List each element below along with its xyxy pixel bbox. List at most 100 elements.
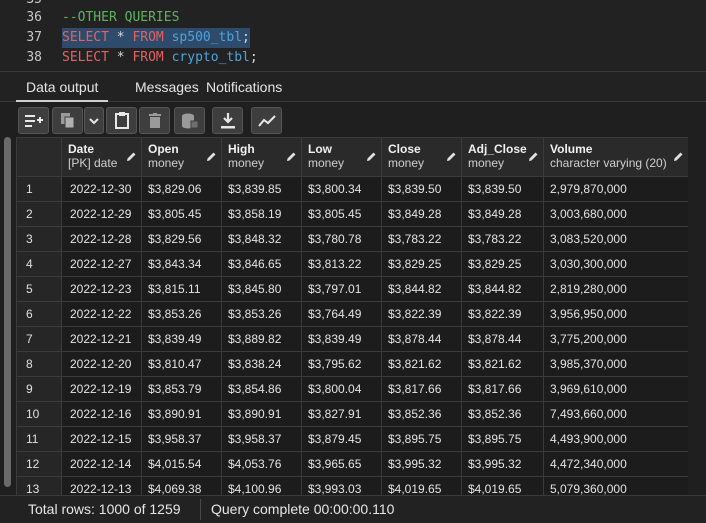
table-cell[interactable]: $3,839.85 xyxy=(221,176,302,202)
table-cell[interactable]: $3,822.39 xyxy=(461,301,544,327)
table-cell[interactable]: $3,764.49 xyxy=(301,301,382,327)
row-number[interactable]: 7 xyxy=(16,326,62,352)
column-header-close[interactable]: Close money xyxy=(381,137,462,177)
add-row-button[interactable] xyxy=(18,107,49,134)
row-number[interactable]: 3 xyxy=(16,226,62,252)
table-cell[interactable]: $3,783.22 xyxy=(461,226,544,252)
table-cell[interactable]: 2022-12-22 xyxy=(61,301,142,327)
table-cell[interactable]: $3,829.25 xyxy=(461,251,544,277)
row-number[interactable]: 13 xyxy=(16,476,62,495)
table-cell[interactable]: $3,815.11 xyxy=(141,276,222,302)
table-cell[interactable]: $3,805.45 xyxy=(141,201,222,227)
table-cell[interactable]: $3,993.03 xyxy=(301,476,382,495)
table-cell[interactable]: $3,817.66 xyxy=(461,376,544,402)
table-cell[interactable]: $3,879.45 xyxy=(301,426,382,452)
table-cell[interactable]: $3,800.04 xyxy=(301,376,382,402)
table-cell[interactable]: $4,069.38 xyxy=(141,476,222,495)
download-button[interactable] xyxy=(212,107,243,134)
table-cell[interactable]: 2022-12-23 xyxy=(61,276,142,302)
table-cell[interactable]: $3,805.45 xyxy=(301,201,382,227)
table-cell[interactable]: $3,780.78 xyxy=(301,226,382,252)
table-cell[interactable]: 2022-12-21 xyxy=(61,326,142,352)
table-cell[interactable]: $3,845.80 xyxy=(221,276,302,302)
table-row[interactable]: 9 2022-12-19 $3,853.79 $3,854.86 $3,800.04 $3… xyxy=(16,376,688,402)
table-cell[interactable]: $3,839.49 xyxy=(141,326,222,352)
table-cell[interactable]: 3,775,200,000 xyxy=(543,326,688,352)
table-row[interactable]: 6 2022-12-22 $3,853.26 $3,853.26 $3,764.49 $3… xyxy=(16,301,688,327)
table-cell[interactable]: 3,956,950,000 xyxy=(543,301,688,327)
table-cell[interactable]: $3,810.47 xyxy=(141,351,222,377)
table-cell[interactable]: 7,493,660,000 xyxy=(543,401,688,427)
table-cell[interactable]: $3,846.65 xyxy=(221,251,302,277)
table-cell[interactable]: $3,829.25 xyxy=(381,251,462,277)
table-cell[interactable]: $4,053.76 xyxy=(221,451,302,477)
table-row[interactable]: 4 2022-12-27 $3,843.34 $3,846.65 $3,813.22 $3… xyxy=(16,251,688,277)
row-number[interactable]: 2 xyxy=(16,201,62,227)
table-cell[interactable]: 2022-12-16 xyxy=(61,401,142,427)
table-cell[interactable]: $3,853.26 xyxy=(221,301,302,327)
table-row[interactable]: 12 2022-12-14 $4,015.54 $4,053.76 $3,965.65 $… xyxy=(16,451,688,477)
table-cell[interactable]: $3,795.62 xyxy=(301,351,382,377)
column-header-high[interactable]: High money xyxy=(221,137,302,177)
table-cell[interactable]: $3,853.79 xyxy=(141,376,222,402)
row-number[interactable]: 8 xyxy=(16,351,62,377)
row-number[interactable]: 5 xyxy=(16,276,62,302)
table-cell[interactable]: $3,958.37 xyxy=(141,426,222,452)
table-row[interactable]: 5 2022-12-23 $3,815.11 $3,845.80 $3,797.01 $3… xyxy=(16,276,688,302)
column-header-volume[interactable]: Volume character varying (20) xyxy=(543,137,688,177)
column-header-date[interactable]: Date [PK] date xyxy=(61,137,142,177)
table-cell[interactable]: $3,878.44 xyxy=(461,326,544,352)
table-cell[interactable]: 3,985,370,000 xyxy=(543,351,688,377)
tab-notifications[interactable]: Notifications xyxy=(196,72,292,102)
row-number[interactable]: 10 xyxy=(16,401,62,427)
table-cell[interactable]: 2022-12-30 xyxy=(61,176,142,202)
paste-button[interactable] xyxy=(106,107,137,134)
column-header-adj-close[interactable]: Adj_Close money xyxy=(461,137,544,177)
table-cell[interactable]: $4,100.96 xyxy=(221,476,302,495)
row-number[interactable]: 1 xyxy=(16,176,62,202)
table-row[interactable]: 8 2022-12-20 $3,810.47 $3,838.24 $3,795.62 $3… xyxy=(16,351,688,377)
table-row[interactable]: 10 2022-12-16 $3,890.91 $3,890.91 $3,827.91 $… xyxy=(16,401,688,427)
table-cell[interactable]: $3,858.19 xyxy=(221,201,302,227)
table-cell[interactable]: $3,958.37 xyxy=(221,426,302,452)
table-cell[interactable]: $3,849.28 xyxy=(461,201,544,227)
table-cell[interactable]: $3,821.62 xyxy=(381,351,462,377)
table-cell[interactable]: $3,829.06 xyxy=(141,176,222,202)
copy-options-button[interactable] xyxy=(84,107,104,134)
row-number[interactable]: 9 xyxy=(16,376,62,402)
table-cell[interactable]: 2022-12-20 xyxy=(61,351,142,377)
table-cell[interactable]: 2022-12-19 xyxy=(61,376,142,402)
table-cell[interactable]: $3,797.01 xyxy=(301,276,382,302)
table-cell[interactable]: 2022-12-15 xyxy=(61,426,142,452)
copy-button[interactable] xyxy=(52,107,83,134)
table-cell[interactable]: 3,030,300,000 xyxy=(543,251,688,277)
table-row[interactable]: 7 2022-12-21 $3,839.49 $3,889.82 $3,839.49 $3… xyxy=(16,326,688,352)
table-cell[interactable]: $3,852.36 xyxy=(381,401,462,427)
table-cell[interactable]: $3,839.49 xyxy=(301,326,382,352)
table-cell[interactable]: 4,472,340,000 xyxy=(543,451,688,477)
table-cell[interactable]: $3,844.82 xyxy=(381,276,462,302)
table-cell[interactable]: $3,829.56 xyxy=(141,226,222,252)
tab-data-output[interactable]: Data output xyxy=(16,72,109,102)
row-number[interactable]: 11 xyxy=(16,426,62,452)
table-cell[interactable]: $3,854.86 xyxy=(221,376,302,402)
table-cell[interactable]: 2,979,870,000 xyxy=(543,176,688,202)
vertical-scrollbar[interactable] xyxy=(2,137,14,495)
table-cell[interactable]: 2022-12-28 xyxy=(61,226,142,252)
graph-visualiser-button[interactable] xyxy=(251,107,282,134)
table-cell[interactable]: 3,083,520,000 xyxy=(543,226,688,252)
table-cell[interactable]: $3,895.75 xyxy=(461,426,544,452)
row-number[interactable]: 4 xyxy=(16,251,62,277)
table-cell[interactable]: 2022-12-27 xyxy=(61,251,142,277)
table-cell[interactable]: $3,889.82 xyxy=(221,326,302,352)
table-cell[interactable]: $3,895.75 xyxy=(381,426,462,452)
save-data-button[interactable] xyxy=(174,107,205,134)
table-cell[interactable]: $3,839.50 xyxy=(381,176,462,202)
row-number-header[interactable] xyxy=(16,137,62,177)
table-cell[interactable]: $3,995.32 xyxy=(381,451,462,477)
table-cell[interactable]: $3,822.39 xyxy=(381,301,462,327)
table-cell[interactable]: 2022-12-14 xyxy=(61,451,142,477)
table-cell[interactable]: 2022-12-13 xyxy=(61,476,142,495)
table-cell[interactable]: $3,821.62 xyxy=(461,351,544,377)
table-cell[interactable]: $3,827.91 xyxy=(301,401,382,427)
